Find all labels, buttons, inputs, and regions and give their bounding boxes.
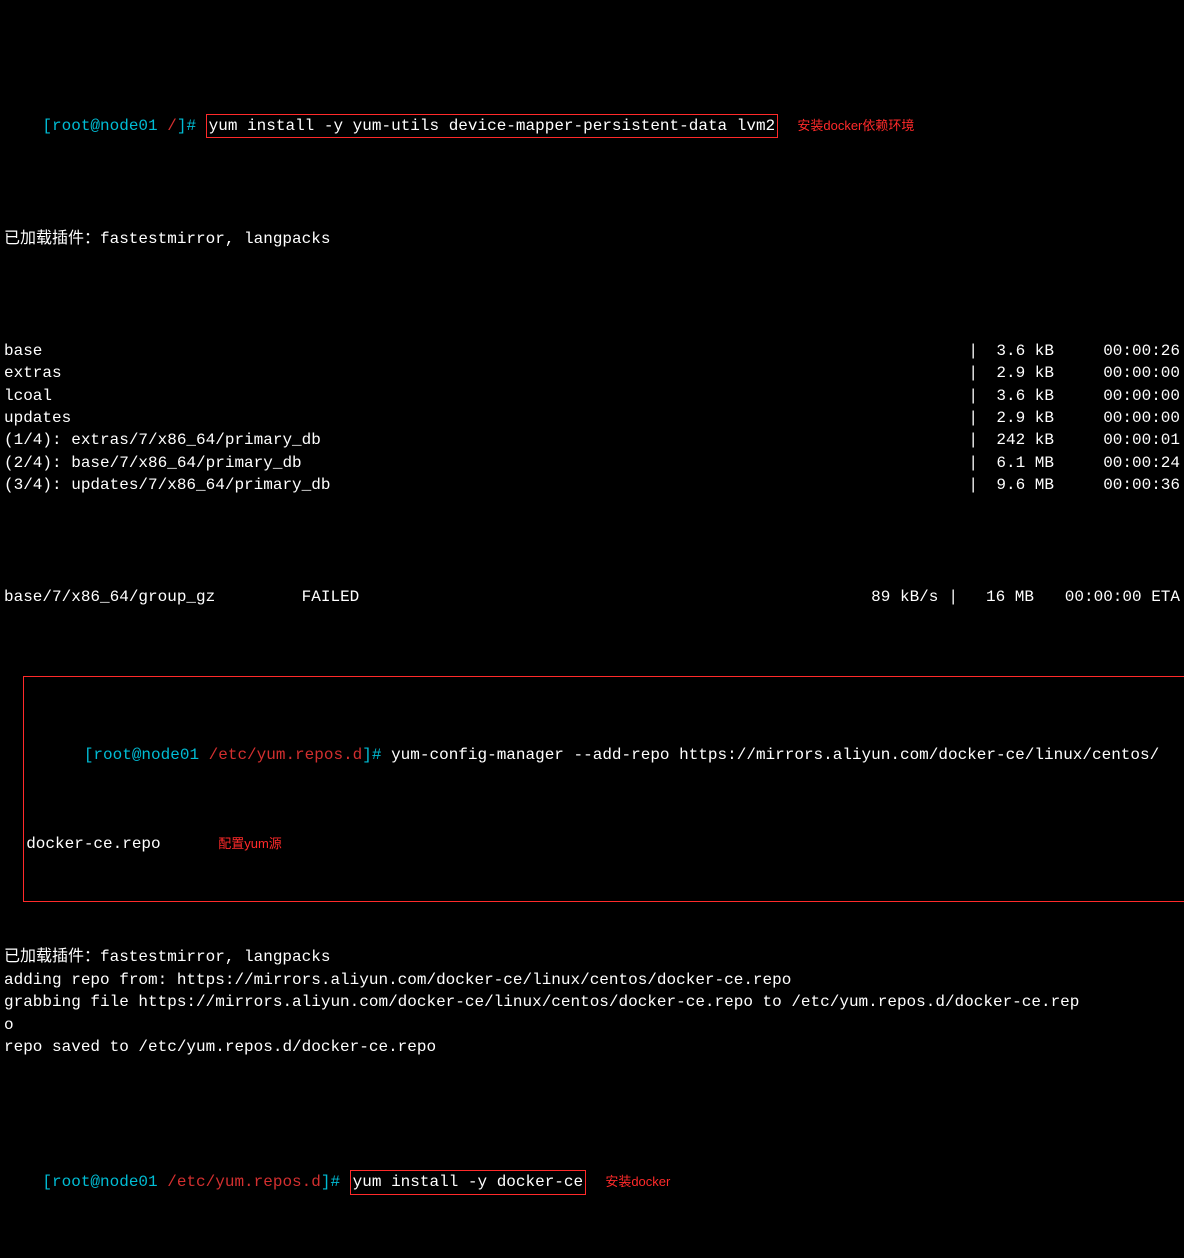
command-box-3: yum install -y docker-ce	[350, 1170, 586, 1194]
size: 2.9 kB	[984, 362, 1054, 384]
pipe-separator: |	[962, 340, 984, 362]
bracket-close: ]#	[177, 117, 206, 135]
output-text: adding repo from: https://mirrors.aliyun…	[4, 969, 1180, 991]
transfer-rate: 89 kB/s	[871, 586, 942, 608]
time: 00:00:00	[1054, 362, 1180, 384]
repo-name: base/7/x86_64/group_gz	[4, 588, 215, 606]
repo-fail-row: base/7/x86_64/group_gz FAILED 89 kB/s | …	[4, 586, 1180, 608]
size: 3.6 kB	[984, 385, 1054, 407]
annotation-install-docker: 安装docker	[605, 1173, 670, 1191]
time: 00:00:01	[1054, 429, 1180, 451]
annotation-yum-repo: 配置yum源	[218, 835, 282, 853]
repo-row: (1/4): extras/7/x86_64/primary_db|242 kB…	[4, 429, 1180, 451]
bracket-open: [	[42, 117, 52, 135]
pipe-separator: |	[962, 429, 984, 451]
user-host: root@node01	[93, 746, 208, 764]
path: /etc/yum.repos.d	[209, 746, 363, 764]
repo-list-1: base|3.6 kB00:00:26extras|2.9 kB00:00:00…	[4, 340, 1180, 497]
time: 00:00:36	[1054, 474, 1180, 496]
output-text: o	[4, 1014, 1180, 1036]
command-box-2: [root@node01 /etc/yum.repos.d]# yum-conf…	[23, 676, 1184, 902]
pipe-separator: |	[962, 452, 984, 474]
repo-row: base|3.6 kB00:00:26	[4, 340, 1180, 362]
user-host: root@node01	[52, 1173, 167, 1191]
repo-name: base	[4, 340, 962, 362]
command-line-2b: docker-ce.repo 配置yum源	[26, 833, 1184, 855]
repo-name: (3/4): updates/7/x86_64/primary_db	[4, 474, 962, 496]
command-text: yum-config-manager --add-repo https://mi…	[391, 746, 1159, 764]
output-text: 已加载插件：fastestmirror, langpacks	[4, 946, 1180, 968]
eta: 00:00:00 ETA	[1034, 586, 1180, 608]
user-host: root@node01	[52, 117, 167, 135]
repo-name: (1/4): extras/7/x86_64/primary_db	[4, 429, 962, 451]
output-text: grabbing file https://mirrors.aliyun.com…	[4, 991, 1180, 1013]
status-failed: FAILED	[302, 588, 360, 606]
pipe-separator: |	[962, 474, 984, 496]
pipe-separator: |	[942, 586, 964, 608]
repo-name: extras	[4, 362, 962, 384]
path: /	[167, 117, 177, 135]
size: 6.1 MB	[984, 452, 1054, 474]
command-line-3: [root@node01 /etc/yum.repos.d]# yum inst…	[4, 1148, 1180, 1217]
command-box-1: yum install -y yum-utils device-mapper-p…	[206, 114, 779, 138]
repo-row: updates|2.9 kB00:00:00	[4, 407, 1180, 429]
size: 3.6 kB	[984, 340, 1054, 362]
output-block-2: 已加载插件：fastestmirror, langpacksadding rep…	[4, 946, 1180, 1058]
repo-row: lcoal|3.6 kB00:00:00	[4, 385, 1180, 407]
repo-row: extras|2.9 kB00:00:00	[4, 362, 1180, 384]
size: 16 MB	[964, 586, 1034, 608]
pipe-separator: |	[962, 362, 984, 384]
time: 00:00:00	[1054, 407, 1180, 429]
command-line-2a: [root@node01 /etc/yum.repos.d]# yum-conf…	[26, 722, 1184, 789]
annotation-install-deps: 安装docker依赖环境	[797, 117, 914, 135]
pipe-separator: |	[962, 385, 984, 407]
repo-name: lcoal	[4, 385, 962, 407]
path: /etc/yum.repos.d	[167, 1173, 321, 1191]
output-text: repo saved to /etc/yum.repos.d/docker-ce…	[4, 1036, 1180, 1058]
time: 00:00:24	[1054, 452, 1180, 474]
size: 2.9 kB	[984, 407, 1054, 429]
terminal[interactable]: [root@node01 /]# yum install -y yum-util…	[0, 0, 1184, 1258]
repo-row: (3/4): updates/7/x86_64/primary_db|9.6 M…	[4, 474, 1180, 496]
time: 00:00:26	[1054, 340, 1180, 362]
size: 242 kB	[984, 429, 1054, 451]
repo-row: (2/4): base/7/x86_64/primary_db|6.1 MB00…	[4, 452, 1180, 474]
pipe-separator: |	[962, 407, 984, 429]
repo-name: (2/4): base/7/x86_64/primary_db	[4, 452, 962, 474]
repo-name: updates	[4, 407, 962, 429]
output-text: 已加载插件：fastestmirror, langpacks	[4, 228, 1180, 250]
time: 00:00:00	[1054, 385, 1180, 407]
size: 9.6 MB	[984, 474, 1054, 496]
command-line-1: [root@node01 /]# yum install -y yum-util…	[4, 92, 1180, 161]
